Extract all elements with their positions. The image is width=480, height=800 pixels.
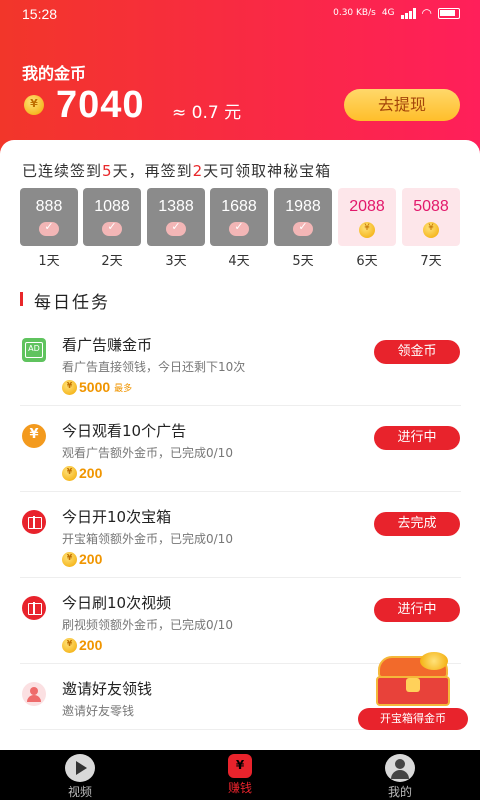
treasure-chest-button[interactable]: 开宝箱得金币: [356, 650, 468, 732]
checked-icon: [166, 220, 186, 236]
battery-icon: [438, 7, 460, 19]
checkin-streak: 5: [102, 162, 113, 180]
day-coin-value: 888: [35, 198, 63, 215]
coin-icon: [62, 551, 77, 567]
user-icon: [385, 754, 415, 782]
signal-icon: [400, 7, 416, 19]
day-coin-value: 1088: [94, 198, 130, 215]
friends-icon: [22, 682, 46, 706]
task-desc: 观看广告额外金币，已完成0/10: [62, 446, 233, 460]
nav-me[interactable]: 我的: [360, 754, 440, 800]
coin-icon: [359, 222, 375, 238]
checked-icon: [39, 220, 59, 236]
nav-earn[interactable]: 赚钱: [200, 754, 280, 796]
checkin-days: 888 1天 1088 2天 1388 3天 1688 4天 1988 5天 2…: [20, 188, 460, 269]
checkin-day[interactable]: 1988 5天: [274, 188, 332, 269]
task-title: 今日刷10次视频: [62, 594, 172, 612]
coin-icon: [423, 222, 439, 238]
coin-icon: [62, 465, 77, 481]
checkin-day[interactable]: 1088 2天: [83, 188, 141, 269]
coin-icon: [24, 95, 44, 115]
checkin-status: 已连续签到5天，再签到2天可领取神秘宝箱: [22, 162, 332, 180]
task-reward: 200: [62, 637, 102, 653]
day-coin-value: 1388: [158, 198, 194, 215]
day-coin-value: 5088: [413, 198, 449, 215]
my-coins-title: 我的金币: [22, 64, 87, 83]
play-icon: [65, 754, 95, 782]
checked-icon: [229, 220, 249, 236]
balance-cash-equivalent: ≈ 0.7 元: [172, 103, 242, 123]
daily-tasks-title: 每日任务: [34, 293, 110, 313]
header: 15:28 0.30 KB/s 4G ◠ 我的金币 7040 ≈ 0.7 元 去…: [0, 0, 480, 160]
wifi-icon: ◠: [421, 6, 432, 20]
status-bar: 15:28 0.30 KB/s 4G ◠: [0, 0, 480, 28]
gift-icon: [22, 510, 46, 534]
checkin-day[interactable]: 1688 4天: [210, 188, 268, 269]
day-label: 5天: [292, 254, 314, 269]
task-title: 看广告赚金币: [62, 336, 153, 354]
task-desc: 刷视频领额外金币，已完成0/10: [62, 618, 233, 632]
task-title: 今日开10次宝箱: [62, 508, 172, 526]
gift-icon: [22, 596, 46, 620]
task-view-10-ads: 今日观看10个广告 观看广告额外金币，已完成0/10 200 进行中: [20, 406, 461, 492]
status-icons: 0.30 KB/s 4G ◠: [333, 6, 460, 20]
withdraw-button[interactable]: 去提现: [344, 89, 460, 121]
coin-icon: [62, 379, 77, 395]
checked-icon: [102, 220, 122, 236]
task-title: 邀请好友领钱: [62, 680, 153, 698]
task-title: 今日观看10个广告: [62, 422, 187, 440]
task-reward: 5000 最多: [62, 379, 132, 395]
day-coin-value: 2088: [349, 198, 385, 215]
nav-video[interactable]: 视频: [40, 754, 120, 800]
day-label: 6天: [356, 254, 378, 269]
nav-label: 赚钱: [227, 781, 252, 795]
task-watch-ads: 看广告赚金币 看广告直接领钱，今日还剩下10次 5000 最多 领金币: [20, 320, 461, 406]
network-speed: 0.30 KB/s: [333, 8, 376, 18]
treasure-label: 开宝箱得金币: [358, 708, 468, 730]
day-label: 3天: [165, 254, 187, 269]
checkin-remaining: 2: [192, 162, 204, 180]
checked-icon: [293, 220, 313, 236]
coin-balance: 7040: [56, 84, 145, 126]
day-coin-value: 1988: [285, 198, 321, 215]
checkin-day[interactable]: 2088 6天: [338, 188, 396, 269]
task-open-chests: 今日开10次宝箱 开宝箱领额外金币，已完成0/10 200 去完成: [20, 492, 461, 578]
task-reward: 200: [62, 551, 102, 567]
task-desc: 邀请好友零钱: [62, 704, 135, 718]
coin-icon: [62, 637, 77, 653]
go-complete-button[interactable]: 去完成: [374, 512, 460, 536]
task-reward: 200: [62, 465, 102, 481]
reward-value: 200: [79, 637, 103, 653]
reward-value: 5000: [79, 379, 111, 395]
task-desc: 开宝箱领额外金币，已完成0/10: [62, 532, 233, 546]
checkin-day[interactable]: 1388 3天: [147, 188, 205, 269]
day-coin-value: 1688: [221, 198, 257, 215]
reward-note: 最多: [114, 383, 133, 394]
section-accent-bar: [20, 292, 23, 306]
in-progress-button[interactable]: 进行中: [374, 426, 460, 450]
day-label: 2天: [101, 254, 123, 269]
status-time: 15:28: [22, 6, 58, 22]
yen-icon: [22, 424, 46, 448]
reward-value: 200: [79, 551, 103, 567]
checkin-day[interactable]: 888 1天: [20, 188, 78, 269]
network-type: 4G: [381, 8, 395, 18]
checkin-day[interactable]: 5088 7天: [402, 188, 460, 269]
day-label: 4天: [228, 254, 250, 269]
money-bag-icon: [228, 754, 252, 778]
treasure-chest-icon: [370, 652, 456, 706]
ad-icon: [22, 338, 46, 362]
claim-coins-button[interactable]: 领金币: [374, 340, 460, 364]
nav-label: 视频: [67, 785, 92, 799]
day-label: 1天: [38, 254, 60, 269]
nav-label: 我的: [387, 785, 412, 799]
day-label: 7天: [420, 254, 442, 269]
bottom-nav: 视频 赚钱 我的: [0, 750, 480, 800]
in-progress-button[interactable]: 进行中: [374, 598, 460, 622]
task-desc: 看广告直接领钱，今日还剩下10次: [62, 360, 246, 374]
reward-value: 200: [79, 465, 103, 481]
